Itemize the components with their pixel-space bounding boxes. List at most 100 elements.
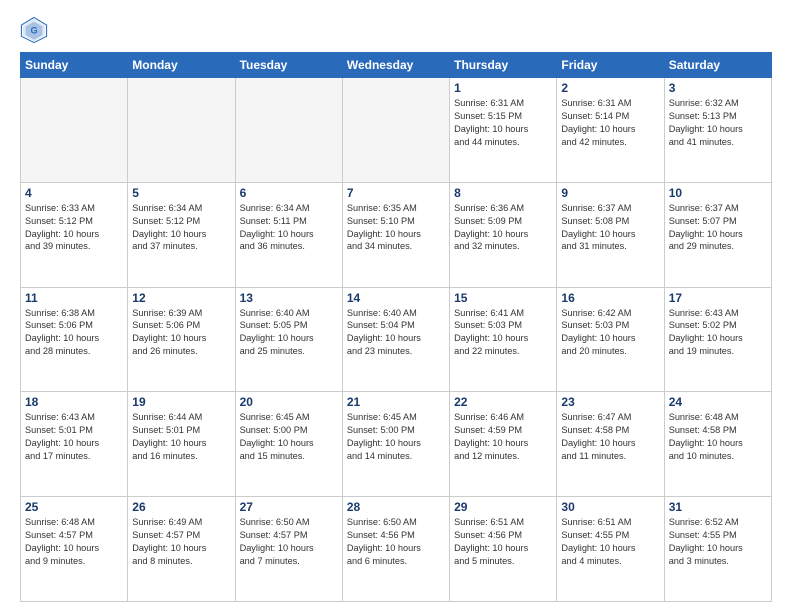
weekday-header-row: SundayMondayTuesdayWednesdayThursdayFrid…: [21, 53, 772, 78]
day-number: 24: [669, 395, 767, 409]
day-number: 16: [561, 291, 659, 305]
day-number: 30: [561, 500, 659, 514]
day-cell-29: 29 Sunrise: 6:51 AM Sunset: 4:56 PM Dayli…: [450, 497, 557, 602]
day-info: Sunrise: 6:43 AM Sunset: 5:02 PM Dayligh…: [669, 307, 767, 359]
weekday-tuesday: Tuesday: [235, 53, 342, 78]
day-number: 12: [132, 291, 230, 305]
day-info: Sunrise: 6:38 AM Sunset: 5:06 PM Dayligh…: [25, 307, 123, 359]
logo-icon: G: [20, 16, 48, 44]
day-number: 14: [347, 291, 445, 305]
day-cell-2: 2Sunrise: 6:31 AM Sunset: 5:14 PM Daylig…: [557, 78, 664, 183]
day-cell-9: 9 Sunrise: 6:37 AM Sunset: 5:08 PM Daylig…: [557, 182, 664, 287]
day-number: 11: [25, 291, 123, 305]
weekday-wednesday: Wednesday: [342, 53, 449, 78]
day-info: Sunrise: 6:35 AM Sunset: 5:10 PM Dayligh…: [347, 202, 445, 254]
day-number: 13: [240, 291, 338, 305]
day-number: 29: [454, 500, 552, 514]
day-info: Sunrise: 6:37 AM Sunset: 5:08 PM Dayligh…: [561, 202, 659, 254]
day-info: Sunrise: 6:50 AM Sunset: 4:56 PM Dayligh…: [347, 516, 445, 568]
day-info: Sunrise: 6:51 AM Sunset: 4:55 PM Dayligh…: [561, 516, 659, 568]
day-number: 28: [347, 500, 445, 514]
day-number: 5: [132, 186, 230, 200]
day-number: 7: [347, 186, 445, 200]
day-info: Sunrise: 6:48 AM Sunset: 4:57 PM Dayligh…: [25, 516, 123, 568]
empty-cell: [128, 78, 235, 183]
week-row-4: 18 Sunrise: 6:43 AM Sunset: 5:01 PM Dayli…: [21, 392, 772, 497]
empty-cell: [342, 78, 449, 183]
day-cell-13: 13 Sunrise: 6:40 AM Sunset: 5:05 PM Dayli…: [235, 287, 342, 392]
day-cell-21: 21Sunrise: 6:45 AM Sunset: 5:00 PM Dayli…: [342, 392, 449, 497]
day-number: 1: [454, 81, 552, 95]
day-number: 3: [669, 81, 767, 95]
day-cell-14: 14Sunrise: 6:40 AM Sunset: 5:04 PM Dayli…: [342, 287, 449, 392]
day-info: Sunrise: 6:42 AM Sunset: 5:03 PM Dayligh…: [561, 307, 659, 359]
day-cell-5: 5 Sunrise: 6:34 AM Sunset: 5:12 PM Daylig…: [128, 182, 235, 287]
calendar-table: SundayMondayTuesdayWednesdayThursdayFrid…: [20, 52, 772, 602]
day-info: Sunrise: 6:39 AM Sunset: 5:06 PM Dayligh…: [132, 307, 230, 359]
weekday-monday: Monday: [128, 53, 235, 78]
day-cell-15: 15 Sunrise: 6:41 AM Sunset: 5:03 PM Dayli…: [450, 287, 557, 392]
day-cell-23: 23 Sunrise: 6:47 AM Sunset: 4:58 PM Dayli…: [557, 392, 664, 497]
day-cell-12: 12 Sunrise: 6:39 AM Sunset: 5:06 PM Dayli…: [128, 287, 235, 392]
day-cell-8: 8Sunrise: 6:36 AM Sunset: 5:09 PM Daylig…: [450, 182, 557, 287]
header: G: [20, 16, 772, 44]
day-cell-11: 11 Sunrise: 6:38 AM Sunset: 5:06 PM Dayli…: [21, 287, 128, 392]
day-number: 20: [240, 395, 338, 409]
svg-text:G: G: [30, 26, 37, 36]
day-cell-30: 30 Sunrise: 6:51 AM Sunset: 4:55 PM Dayli…: [557, 497, 664, 602]
day-number: 10: [669, 186, 767, 200]
day-info: Sunrise: 6:52 AM Sunset: 4:55 PM Dayligh…: [669, 516, 767, 568]
day-number: 26: [132, 500, 230, 514]
day-cell-1: 1 Sunrise: 6:31 AM Sunset: 5:15 PM Daylig…: [450, 78, 557, 183]
week-row-5: 25 Sunrise: 6:48 AM Sunset: 4:57 PM Dayli…: [21, 497, 772, 602]
day-info: Sunrise: 6:41 AM Sunset: 5:03 PM Dayligh…: [454, 307, 552, 359]
day-cell-28: 28 Sunrise: 6:50 AM Sunset: 4:56 PM Dayli…: [342, 497, 449, 602]
day-number: 8: [454, 186, 552, 200]
day-info: Sunrise: 6:43 AM Sunset: 5:01 PM Dayligh…: [25, 411, 123, 463]
day-number: 25: [25, 500, 123, 514]
day-info: Sunrise: 6:32 AM Sunset: 5:13 PM Dayligh…: [669, 97, 767, 149]
day-cell-27: 27 Sunrise: 6:50 AM Sunset: 4:57 PM Dayli…: [235, 497, 342, 602]
day-cell-25: 25 Sunrise: 6:48 AM Sunset: 4:57 PM Dayli…: [21, 497, 128, 602]
day-info: Sunrise: 6:37 AM Sunset: 5:07 PM Dayligh…: [669, 202, 767, 254]
day-number: 23: [561, 395, 659, 409]
day-info: Sunrise: 6:51 AM Sunset: 4:56 PM Dayligh…: [454, 516, 552, 568]
day-number: 27: [240, 500, 338, 514]
day-cell-4: 4 Sunrise: 6:33 AM Sunset: 5:12 PM Daylig…: [21, 182, 128, 287]
day-number: 18: [25, 395, 123, 409]
day-info: Sunrise: 6:47 AM Sunset: 4:58 PM Dayligh…: [561, 411, 659, 463]
week-row-1: 1 Sunrise: 6:31 AM Sunset: 5:15 PM Daylig…: [21, 78, 772, 183]
weekday-thursday: Thursday: [450, 53, 557, 78]
day-number: 21: [347, 395, 445, 409]
day-number: 15: [454, 291, 552, 305]
week-row-3: 11 Sunrise: 6:38 AM Sunset: 5:06 PM Dayli…: [21, 287, 772, 392]
day-cell-19: 19Sunrise: 6:44 AM Sunset: 5:01 PM Dayli…: [128, 392, 235, 497]
day-number: 4: [25, 186, 123, 200]
day-cell-18: 18 Sunrise: 6:43 AM Sunset: 5:01 PM Dayli…: [21, 392, 128, 497]
day-info: Sunrise: 6:50 AM Sunset: 4:57 PM Dayligh…: [240, 516, 338, 568]
day-info: Sunrise: 6:48 AM Sunset: 4:58 PM Dayligh…: [669, 411, 767, 463]
empty-cell: [235, 78, 342, 183]
day-info: Sunrise: 6:45 AM Sunset: 5:00 PM Dayligh…: [240, 411, 338, 463]
day-cell-31: 31 Sunrise: 6:52 AM Sunset: 4:55 PM Dayli…: [664, 497, 771, 602]
weekday-sunday: Sunday: [21, 53, 128, 78]
day-number: 9: [561, 186, 659, 200]
day-info: Sunrise: 6:40 AM Sunset: 5:05 PM Dayligh…: [240, 307, 338, 359]
day-number: 6: [240, 186, 338, 200]
weekday-friday: Friday: [557, 53, 664, 78]
day-info: Sunrise: 6:31 AM Sunset: 5:14 PM Dayligh…: [561, 97, 659, 149]
day-cell-16: 16 Sunrise: 6:42 AM Sunset: 5:03 PM Dayli…: [557, 287, 664, 392]
day-number: 31: [669, 500, 767, 514]
empty-cell: [21, 78, 128, 183]
day-info: Sunrise: 6:46 AM Sunset: 4:59 PM Dayligh…: [454, 411, 552, 463]
day-cell-6: 6 Sunrise: 6:34 AM Sunset: 5:11 PM Daylig…: [235, 182, 342, 287]
day-info: Sunrise: 6:44 AM Sunset: 5:01 PM Dayligh…: [132, 411, 230, 463]
day-info: Sunrise: 6:33 AM Sunset: 5:12 PM Dayligh…: [25, 202, 123, 254]
day-cell-24: 24 Sunrise: 6:48 AM Sunset: 4:58 PM Dayli…: [664, 392, 771, 497]
week-row-2: 4 Sunrise: 6:33 AM Sunset: 5:12 PM Daylig…: [21, 182, 772, 287]
day-info: Sunrise: 6:34 AM Sunset: 5:11 PM Dayligh…: [240, 202, 338, 254]
day-info: Sunrise: 6:34 AM Sunset: 5:12 PM Dayligh…: [132, 202, 230, 254]
day-cell-22: 22Sunrise: 6:46 AM Sunset: 4:59 PM Dayli…: [450, 392, 557, 497]
day-info: Sunrise: 6:31 AM Sunset: 5:15 PM Dayligh…: [454, 97, 552, 149]
day-cell-10: 10 Sunrise: 6:37 AM Sunset: 5:07 PM Dayli…: [664, 182, 771, 287]
